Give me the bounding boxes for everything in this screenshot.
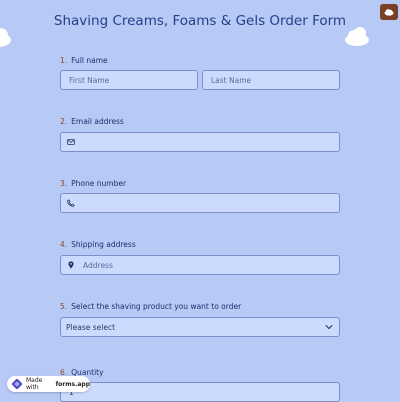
question-label-full-name: 1. Full name: [60, 56, 108, 65]
question-label-shipping-address: 4. Shipping address: [60, 240, 136, 249]
question-text: Full name: [71, 56, 108, 65]
email-input[interactable]: [75, 137, 339, 147]
badge-prefix: Made with: [26, 377, 43, 391]
cloud-decoration-left: [0, 28, 11, 47]
last-name-field[interactable]: [202, 70, 340, 90]
first-name-input[interactable]: [61, 75, 197, 85]
question-text: Email address: [71, 117, 124, 126]
question-text: Phone number: [71, 179, 127, 188]
phone-field[interactable]: [60, 193, 340, 213]
forms-app-logo-icon: [11, 378, 23, 390]
question-label-email: 2. Email address: [60, 117, 124, 126]
form-title: Shaving Creams, Foams & Gels Order Form: [53, 13, 347, 29]
email-field[interactable]: [60, 132, 340, 152]
question-text: Select the shaving product you want to o…: [71, 302, 242, 311]
address-field[interactable]: [60, 255, 340, 275]
question-number: 3.: [60, 179, 68, 188]
last-name-input[interactable]: [203, 75, 339, 85]
phone-input[interactable]: [75, 198, 339, 208]
question-number: 2.: [60, 117, 68, 126]
question-label-product: 5. Select the shaving product you want to…: [60, 302, 241, 311]
question-text: Shipping address: [71, 240, 136, 249]
question-number: 5.: [60, 302, 68, 311]
chevron-down-icon: [325, 324, 333, 330]
address-input[interactable]: [75, 260, 339, 270]
phone-icon: [67, 199, 75, 207]
map-pin-icon: [67, 261, 75, 269]
question-number: 4.: [60, 240, 68, 249]
question-label-phone: 3. Phone number: [60, 179, 126, 188]
quantity-field[interactable]: [60, 382, 340, 402]
envelope-icon: [67, 138, 75, 146]
product-select[interactable]: Please select: [60, 317, 340, 337]
badge-brand: forms.app: [55, 380, 90, 388]
question-number: 1.: [60, 56, 68, 65]
first-name-field[interactable]: [60, 70, 198, 90]
quantity-input[interactable]: [61, 387, 339, 397]
product-select-value: Please select: [66, 322, 116, 332]
made-with-badge[interactable]: Made with forms.app: [7, 376, 90, 392]
